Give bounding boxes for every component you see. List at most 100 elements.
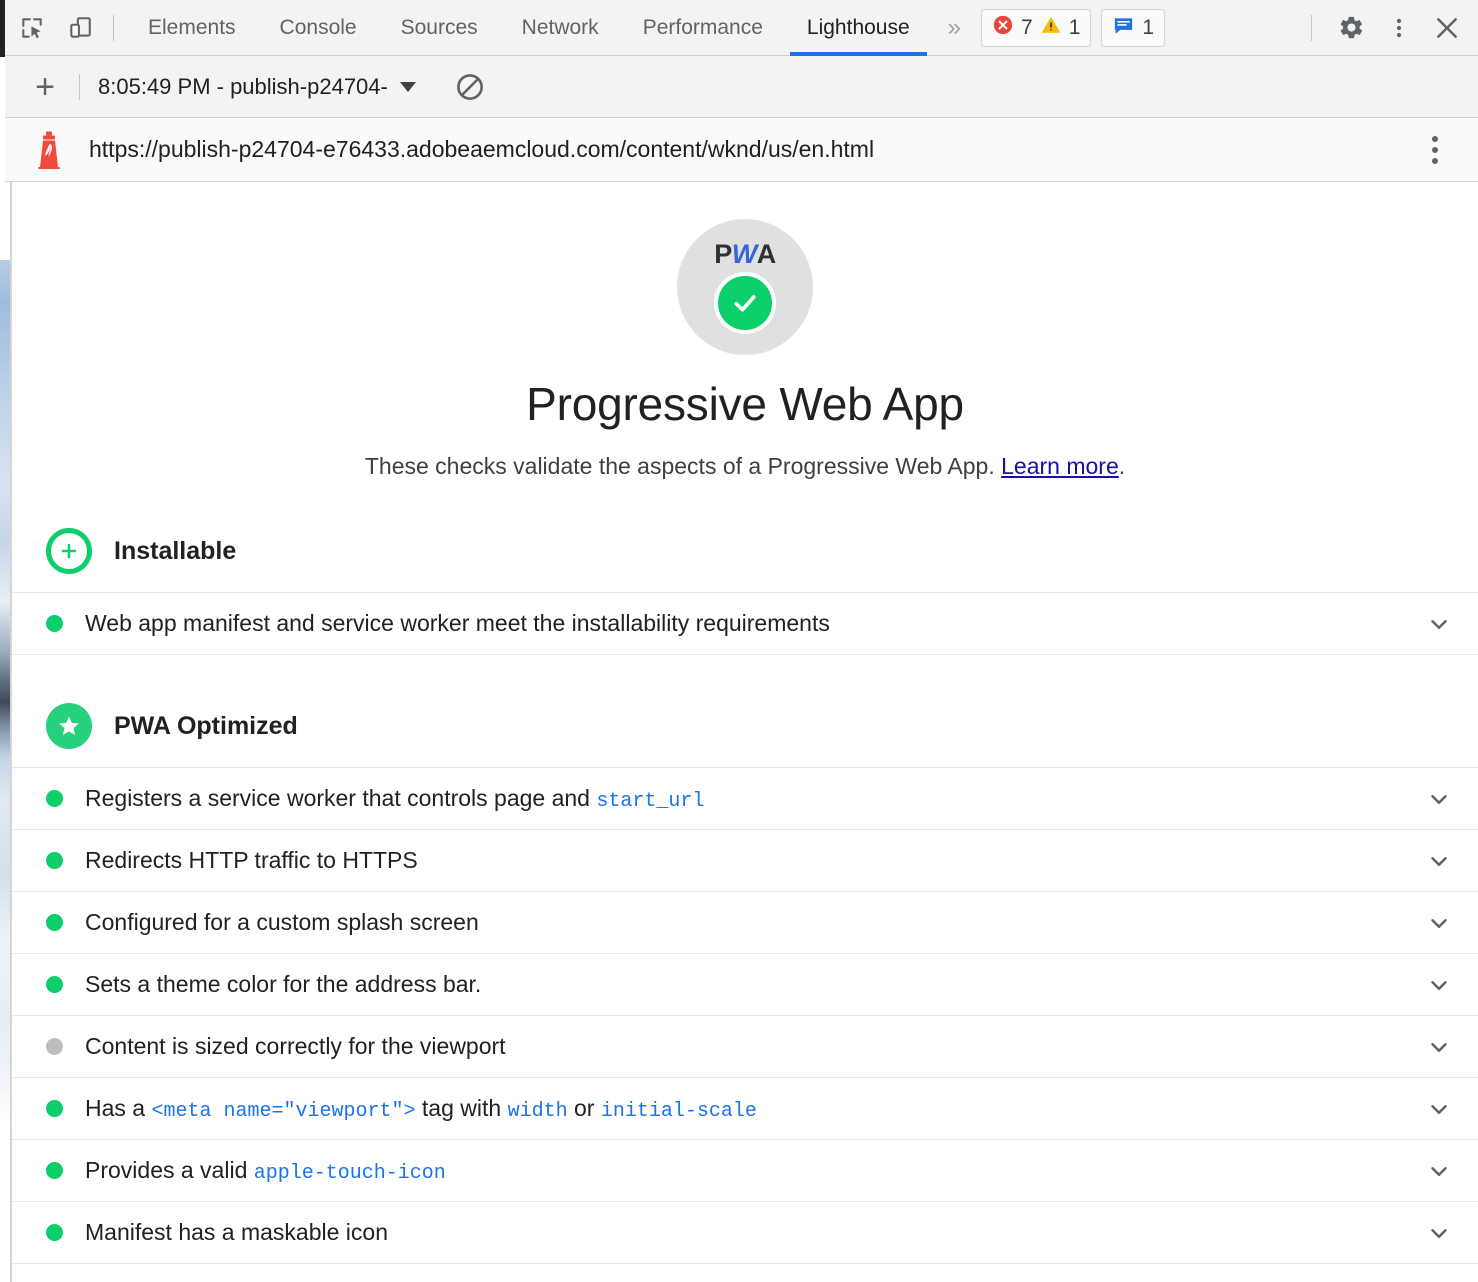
close-icon[interactable] bbox=[1426, 7, 1468, 49]
status-dot-pass bbox=[46, 976, 63, 993]
toolbar-divider bbox=[113, 15, 114, 41]
report-subtitle: These checks validate the aspects of a P… bbox=[12, 453, 1478, 480]
section-pwa-optimized: PWA Optimized Registers a service worker… bbox=[12, 699, 1478, 1264]
devtools-panel: Elements Console Sources Network Perform… bbox=[0, 0, 1478, 1282]
report-subtitle-text: These checks validate the aspects of a P… bbox=[365, 453, 1001, 479]
audit-row[interactable]: Content is sized correctly for the viewp… bbox=[12, 1016, 1478, 1078]
tab-performance[interactable]: Performance bbox=[621, 0, 785, 56]
status-dot-pass bbox=[46, 615, 63, 632]
chevron-down-icon[interactable] bbox=[1424, 1032, 1454, 1062]
audit-row[interactable]: Configured for a custom splash screen bbox=[12, 892, 1478, 954]
pwa-logo-a: A bbox=[757, 241, 776, 268]
status-dot-pass bbox=[46, 1162, 63, 1179]
pwa-logo-p: P bbox=[714, 241, 732, 268]
more-tabs-chevrons-icon[interactable]: » bbox=[932, 0, 977, 56]
pwa-gauge[interactable]: PWA bbox=[677, 219, 813, 355]
audit-label: Content is sized correctly for the viewp… bbox=[85, 1031, 1402, 1062]
check-circle-icon bbox=[714, 272, 776, 334]
status-dot-not-applicable bbox=[46, 1038, 63, 1055]
kebab-dot-1 bbox=[1432, 136, 1438, 142]
chevron-down-icon[interactable] bbox=[1424, 970, 1454, 1000]
audit-row[interactable]: Registers a service worker that controls… bbox=[12, 768, 1478, 830]
status-dot-pass bbox=[46, 1224, 63, 1241]
audit-label: Has a <meta name="viewport"> tag with wi… bbox=[85, 1093, 1402, 1125]
chevron-down-icon[interactable] bbox=[1424, 908, 1454, 938]
toolbar-divider-right bbox=[1311, 15, 1312, 41]
error-icon bbox=[992, 14, 1014, 41]
status-dot-pass bbox=[46, 852, 63, 869]
chevron-down-icon[interactable] bbox=[1424, 1156, 1454, 1186]
audit-row[interactable]: Has a <meta name="viewport"> tag with wi… bbox=[12, 1078, 1478, 1140]
audit-label: Manifest has a maskable icon bbox=[85, 1217, 1402, 1248]
pwa-gauge-wrapper: PWA bbox=[12, 219, 1478, 355]
audit-list-installable: Web app manifest and service worker meet… bbox=[12, 592, 1478, 655]
audit-row[interactable]: Sets a theme color for the address bar. bbox=[12, 954, 1478, 1016]
tab-lighthouse[interactable]: Lighthouse bbox=[785, 0, 932, 56]
section-header-pwa-optimized: PWA Optimized bbox=[12, 699, 1478, 753]
device-toolbar-icon[interactable] bbox=[59, 7, 101, 49]
learn-more-link[interactable]: Learn more bbox=[1001, 453, 1119, 479]
tab-sources[interactable]: Sources bbox=[379, 0, 500, 56]
message-count: 1 bbox=[1142, 16, 1154, 40]
audit-label: Provides a valid apple-touch-icon bbox=[85, 1155, 1402, 1187]
section-installable: Installable Web app manifest and service… bbox=[12, 524, 1478, 655]
audit-label: Sets a theme color for the address bar. bbox=[85, 969, 1402, 1000]
page-title: Progressive Web App bbox=[12, 377, 1478, 431]
audit-row[interactable]: Manifest has a maskable icon bbox=[12, 1202, 1478, 1264]
audit-row[interactable]: Web app manifest and service worker meet… bbox=[12, 593, 1478, 655]
chevron-down-icon bbox=[400, 82, 416, 92]
audit-code: initial-scale bbox=[601, 1100, 757, 1123]
section-title-pwa-optimized: PWA Optimized bbox=[114, 712, 298, 741]
audit-code: <meta name="viewport"> bbox=[151, 1100, 415, 1123]
tab-console[interactable]: Console bbox=[258, 0, 379, 56]
audit-label: Configured for a custom splash screen bbox=[85, 907, 1402, 938]
clear-all-icon[interactable] bbox=[450, 67, 490, 107]
new-audit-button[interactable]: + bbox=[23, 65, 67, 109]
audit-code: apple-touch-icon bbox=[254, 1162, 446, 1185]
tab-elements[interactable]: Elements bbox=[126, 0, 258, 56]
status-dot-pass bbox=[46, 914, 63, 931]
audit-list-pwa-optimized: Registers a service worker that controls… bbox=[12, 767, 1478, 1264]
section-title-installable: Installable bbox=[114, 537, 236, 566]
audited-url-bar: https://publish-p24704-e76433.adobeaemcl… bbox=[5, 118, 1478, 182]
audit-row[interactable]: Provides a valid apple-touch-icon bbox=[12, 1140, 1478, 1202]
inspect-element-icon[interactable] bbox=[11, 7, 53, 49]
chevron-down-icon[interactable] bbox=[1424, 784, 1454, 814]
status-dot-pass bbox=[46, 790, 63, 807]
run-selector-dropdown[interactable]: 8:05:49 PM - publish-p24704- bbox=[92, 74, 422, 100]
messages-counter[interactable]: 1 bbox=[1101, 9, 1165, 47]
chevron-down-icon[interactable] bbox=[1424, 1094, 1454, 1124]
message-icon bbox=[1112, 14, 1135, 42]
chevron-down-icon[interactable] bbox=[1424, 609, 1454, 639]
star-circle-icon bbox=[46, 703, 92, 749]
issues-counter[interactable]: 7 1 bbox=[981, 9, 1091, 47]
report-subtitle-suffix: . bbox=[1119, 453, 1125, 479]
lighthouse-results-toolbar: + 8:05:49 PM - publish-p24704- bbox=[5, 56, 1478, 118]
devtools-tabbar: Elements Console Sources Network Perform… bbox=[5, 0, 1478, 56]
kebab-dot-2 bbox=[1432, 147, 1438, 153]
tab-network[interactable]: Network bbox=[500, 0, 621, 56]
lighthouse-icon bbox=[33, 131, 65, 169]
audit-code: start_url bbox=[596, 790, 704, 813]
chevron-down-icon[interactable] bbox=[1424, 846, 1454, 876]
pwa-logo-w: W bbox=[732, 241, 757, 268]
section-header-installable: Installable bbox=[12, 524, 1478, 578]
audit-code: width bbox=[508, 1100, 568, 1123]
status-dot-pass bbox=[46, 1100, 63, 1117]
gear-icon[interactable] bbox=[1330, 7, 1372, 49]
error-count: 7 bbox=[1021, 16, 1033, 40]
kebab-menu-icon[interactable] bbox=[1378, 7, 1420, 49]
audit-label: Web app manifest and service worker meet… bbox=[85, 608, 1402, 639]
audit-label: Redirects HTTP traffic to HTTPS bbox=[85, 845, 1402, 876]
resultsbar-divider bbox=[79, 74, 80, 100]
plus-circle-icon bbox=[46, 528, 92, 574]
audited-url-text: https://publish-p24704-e76433.adobeaemcl… bbox=[89, 136, 874, 163]
audit-label: Registers a service worker that controls… bbox=[85, 783, 1402, 815]
chevron-down-icon[interactable] bbox=[1424, 1218, 1454, 1248]
audit-row[interactable]: Redirects HTTP traffic to HTTPS bbox=[12, 830, 1478, 892]
warning-count: 1 bbox=[1069, 16, 1081, 40]
url-kebab-menu-icon[interactable] bbox=[1418, 136, 1452, 164]
pwa-logo: PWA bbox=[714, 241, 776, 268]
warning-icon bbox=[1040, 14, 1062, 41]
lighthouse-report: PWA Progressive Web App These checks val… bbox=[12, 183, 1478, 1282]
